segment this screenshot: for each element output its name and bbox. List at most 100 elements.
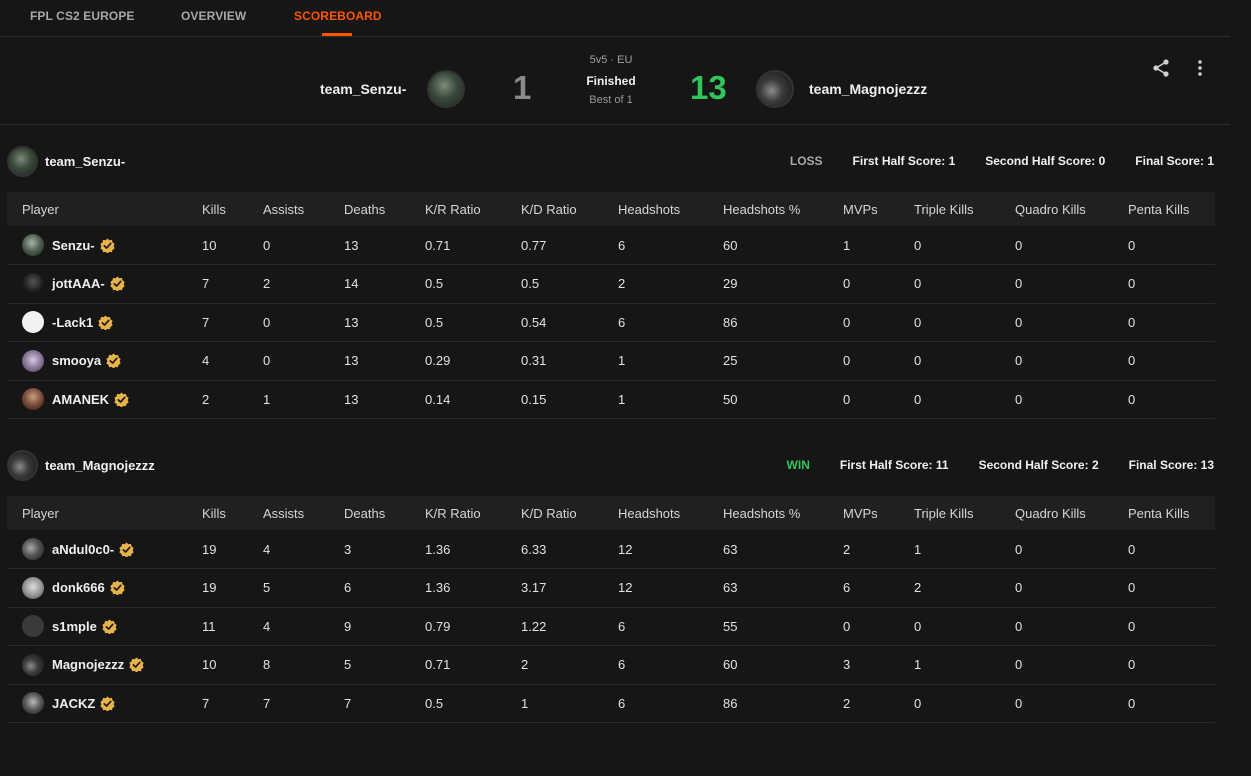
verified-badge-icon	[119, 541, 134, 557]
stat-kd-ratio: 2	[506, 645, 603, 685]
team-right-logo[interactable]	[756, 70, 794, 108]
stat-mvps: 6	[828, 568, 899, 608]
team-name[interactable]: team_Senzu-	[45, 154, 125, 169]
player-name[interactable]: s1mple	[52, 619, 97, 634]
column-header-headshots: Headshots	[618, 505, 681, 521]
verified-badge-icon	[129, 657, 144, 673]
more-vertical-icon[interactable]	[1190, 58, 1210, 78]
player-cell: jottAAA-	[7, 264, 187, 304]
team-left-score: 1	[513, 69, 532, 106]
stat-kd-ratio: 6.33	[506, 530, 603, 569]
player-name[interactable]: smooya	[52, 353, 101, 368]
verified-badge-icon	[106, 353, 121, 369]
stat-kills: 7	[187, 264, 248, 304]
stat-triple-kills: 0	[899, 607, 1000, 646]
stat-assists: 4	[248, 530, 329, 569]
team-left-name[interactable]: team_Senzu-	[320, 81, 406, 97]
player-name[interactable]: -Lack1	[52, 315, 93, 330]
stat-kr-ratio: 0.79	[410, 607, 506, 646]
player-avatar[interactable]	[22, 615, 44, 638]
column-header-deaths: Deaths	[344, 201, 386, 217]
team-right-name[interactable]: team_Magnojezzz	[809, 81, 927, 97]
column-header-penta-kills: Penta Kills	[1128, 505, 1190, 521]
stat-assists: 7	[248, 684, 329, 723]
player-avatar[interactable]	[22, 349, 44, 372]
stat-headshots-percent: 29	[708, 264, 828, 304]
stat-penta-kills: 0	[1113, 645, 1215, 685]
stat-assists: 4	[248, 607, 329, 646]
stat-deaths: 3	[329, 530, 410, 569]
column-header-headshots-percent: Headshots %	[723, 505, 801, 521]
stat-triple-kills: 1	[899, 645, 1000, 685]
column-header-headshots-percent: Headshots %	[723, 201, 801, 217]
stat-mvps: 0	[828, 303, 899, 342]
stat-kr-ratio: 0.14	[410, 380, 506, 419]
player-name[interactable]: donk666	[52, 580, 105, 595]
stat-deaths: 9	[329, 607, 410, 646]
player-avatar[interactable]	[22, 388, 44, 411]
table-row: jottAAA- 7 2 14 0.5 0.5 2 29 0 0 0 0	[7, 264, 1215, 304]
result-badge: LOSS	[789, 154, 823, 168]
verified-badge-icon	[114, 392, 129, 407]
stat-kd-ratio: 3.17	[506, 568, 603, 608]
player-avatar[interactable]	[22, 272, 44, 295]
share-icon[interactable]	[1151, 58, 1171, 78]
player-avatar[interactable]	[22, 538, 44, 560]
team-logo[interactable]	[7, 450, 38, 481]
table-row: donk666 19 5 6 1.36 3.17 12 63 6 2 0 0	[7, 568, 1215, 608]
stat-quadro-kills: 0	[1000, 645, 1113, 685]
player-avatar[interactable]	[22, 692, 44, 715]
stats-table: Player Kills Assists Deaths K/R Ratio K/D Rat…	[7, 192, 1215, 419]
player-name[interactable]: aNdul0c0-	[52, 542, 114, 557]
stat-triple-kills: 2	[899, 568, 1000, 608]
player-name[interactable]: Senzu-	[52, 238, 95, 253]
column-header-penta-kills: Penta Kills	[1128, 201, 1190, 217]
stat-headshots: 1	[603, 380, 708, 419]
stat-quadro-kills: 0	[1000, 607, 1113, 646]
column-header-headshots: Headshots	[618, 201, 681, 217]
player-cell: Senzu-	[7, 226, 187, 265]
stat-deaths: 7	[329, 684, 410, 723]
column-header-kd-ratio: K/D Ratio	[521, 201, 577, 217]
stat-kd-ratio: 0.15	[506, 380, 603, 419]
team-left-logo[interactable]	[427, 70, 465, 108]
table-header-row: Player Kills Assists Deaths K/R Ratio K/D Rat…	[7, 192, 1215, 226]
stat-kills: 19	[187, 530, 248, 569]
stat-kd-ratio: 1.22	[506, 607, 603, 646]
table-row: smooya 4 0 13 0.29 0.31 1 25 0 0 0 0	[7, 341, 1215, 381]
stat-kr-ratio: 0.5	[410, 684, 506, 723]
stat-headshots: 6	[603, 303, 708, 342]
stat-penta-kills: 0	[1113, 303, 1215, 342]
stat-kd-ratio: 1	[506, 684, 603, 723]
stat-penta-kills: 0	[1113, 684, 1215, 723]
tab-fpl-cs2-europe[interactable]: FPL CS2 EUROPE	[30, 9, 135, 23]
player-name[interactable]: JACKZ	[52, 696, 95, 711]
player-avatar[interactable]	[22, 576, 44, 599]
player-name[interactable]: AMANEK	[52, 392, 109, 407]
player-avatar[interactable]	[22, 653, 44, 676]
stat-assists: 0	[248, 303, 329, 342]
stat-kd-ratio: 0.5	[506, 264, 603, 304]
stat-kr-ratio: 0.71	[410, 645, 506, 685]
player-name[interactable]: jottAAA-	[52, 276, 105, 291]
team-logo[interactable]	[7, 146, 38, 177]
stat-deaths: 13	[329, 303, 410, 342]
tab-overview[interactable]: OVERVIEW	[181, 9, 246, 23]
column-header-player: Player	[22, 505, 59, 521]
player-cell: JACKZ	[7, 684, 187, 723]
table-row: Magnojezzz 10 8 5 0.71 2 6 60 3 1 0 0	[7, 645, 1215, 685]
team-name[interactable]: team_Magnojezzz	[45, 458, 155, 473]
player-avatar[interactable]	[22, 234, 44, 256]
column-header-quadro-kills: Quadro Kills	[1015, 505, 1086, 521]
stat-deaths: 14	[329, 264, 410, 304]
stat-kills: 4	[187, 341, 248, 381]
first-half-score: First Half Score: 11	[839, 458, 949, 472]
stat-headshots-percent: 50	[708, 380, 828, 419]
table-row: AMANEK 2 1 13 0.14 0.15 1 50 0 0 0 0	[7, 380, 1215, 419]
stat-kd-ratio: 0.54	[506, 303, 603, 342]
tab-scoreboard[interactable]: SCOREBOARD	[294, 9, 382, 23]
verified-badge-icon	[100, 237, 115, 253]
final-score: Final Score: 13	[1128, 458, 1214, 472]
player-name[interactable]: Magnojezzz	[52, 657, 124, 672]
player-avatar[interactable]	[22, 311, 44, 334]
